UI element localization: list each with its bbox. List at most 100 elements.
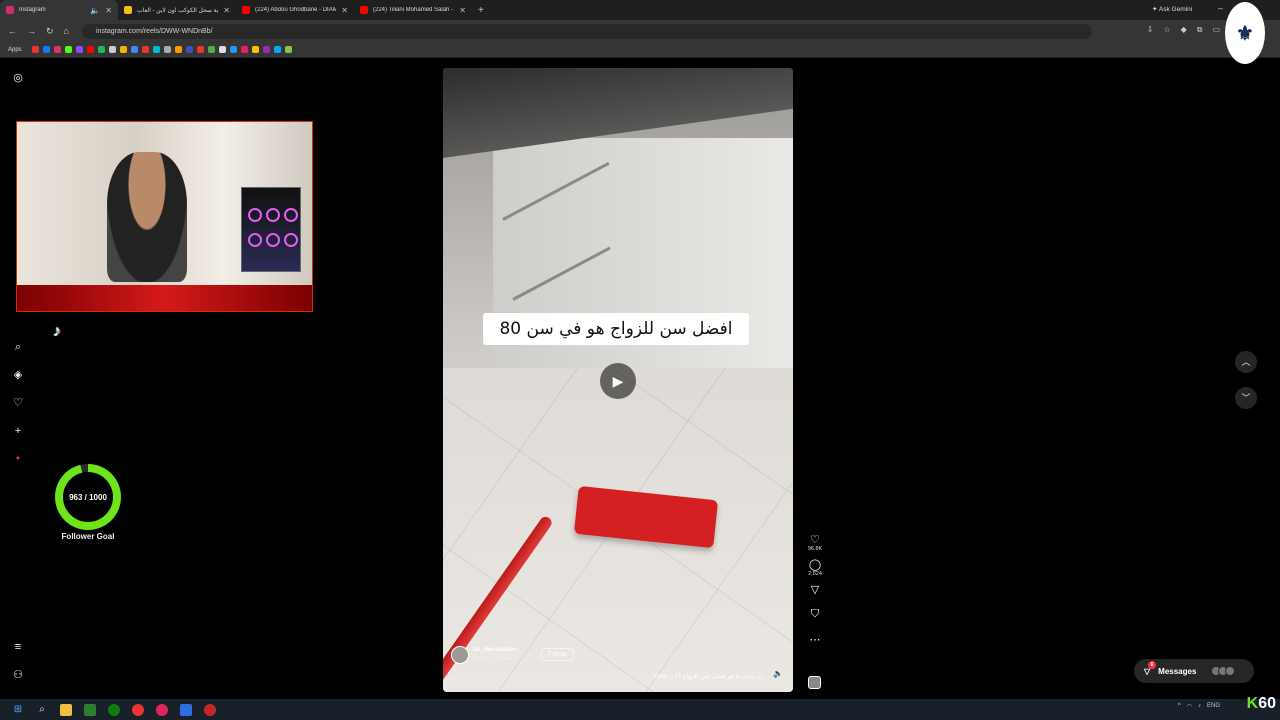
tray-chevron-icon[interactable]: ^ [1178,703,1181,710]
reel-video[interactable]: افضل سن للزواج هو في سن 80 ▶ dz_decorati… [443,68,793,692]
volume-icon[interactable]: 🔈 [773,669,783,678]
system-tray: ^ ◠ ♪ ENG [1178,703,1220,710]
chrome-icon[interactable] [132,703,144,716]
tiktok-icon: ♪ [53,323,61,340]
reel-description[interactable]: ب رايكم ما هو افضل سن للزواج ؟؟ ... more [653,673,763,680]
comment-icon[interactable]: ◯ [803,558,827,571]
bookmark-icon[interactable] [218,46,226,53]
address-bar[interactable]: instagram.com/reels/DWW-WNDnBb/ [82,24,1092,39]
follower-goal-label: Follower Goal [61,532,115,541]
channel-logo-icon: ⚜ [1225,2,1265,64]
close-tab-icon[interactable]: ✕ [459,6,466,15]
tab-youtube-1[interactable]: (224) Abdou Ghodbane - DIAM ✕ [236,0,354,20]
bookmark-icon[interactable] [273,46,281,53]
search-icon[interactable]: ⌕ [11,340,25,354]
close-tab-icon[interactable]: ✕ [105,6,112,15]
comment-count: 2,824 [808,571,822,577]
bookmark-icon[interactable] [31,46,39,53]
tab-title: لعبة سحل الكوكب اون لاين - العاب [137,7,219,14]
tab-instagram[interactable]: Instagram 🔈 ✕ [0,0,118,20]
messages-avatars [1211,666,1236,676]
author-username[interactable]: dz_decoration_ [473,646,521,653]
bookmark-icon[interactable] [108,46,116,53]
bookmark-icon[interactable] [119,46,127,53]
author-avatar[interactable] [451,646,469,664]
bookmark-icon[interactable] [163,46,171,53]
tab-game[interactable]: لعبة سحل الكوكب اون لاين - العاب ✕ [118,0,236,20]
audio-thumbnail[interactable] [808,676,821,689]
bookmark-icon[interactable] [284,46,292,53]
reload-icon[interactable]: ↻ [46,26,54,37]
save-bookmark-icon[interactable]: ⛉ [803,608,827,621]
extension-icon[interactable]: ◆ [1181,25,1187,35]
explore-icon[interactable]: ◈ [11,368,25,382]
file-explorer-icon[interactable] [60,703,72,716]
bookmark-icon[interactable] [130,46,138,53]
close-tab-icon[interactable]: ✕ [341,6,348,15]
profile-icon[interactable]: ● [11,452,25,466]
share-icon[interactable]: ▽ [803,583,827,596]
play-icon[interactable]: ▶ [600,363,636,399]
youtube-favicon-icon [242,6,250,14]
tray-language[interactable]: ENG [1207,703,1220,710]
speaker-icon[interactable]: 🔈 [90,6,100,15]
windows-start-icon[interactable]: ⊞ [12,704,24,716]
bookmark-icon[interactable] [174,46,182,53]
bookmark-icon[interactable] [229,46,237,53]
heart-icon[interactable]: ♡ [11,396,25,410]
bookmarks-bar: Apps [0,42,1280,58]
messages-button[interactable]: ▽ 6 Messages [1134,659,1254,683]
volume-icon[interactable]: ♪ [1198,703,1201,710]
menu-icon[interactable]: ≡ [11,640,25,654]
apps-bookmark[interactable]: Apps [8,47,22,53]
minimize-icon[interactable]: – [1218,3,1223,13]
bookmark-icon[interactable] [240,46,248,53]
like-heart-icon[interactable]: ♡ [803,533,827,546]
obs-icon[interactable] [156,703,168,716]
browser-toolbar-icons: ⇩ ☆ ◆ ⧉ ▭ [1147,25,1220,35]
webcam-frame-strip [17,285,312,311]
bookmark-icon[interactable] [152,46,160,53]
more-options-icon[interactable]: ⋯ [803,633,827,646]
new-tab-button[interactable]: + [472,5,490,16]
more-icon[interactable]: ⚇ [11,668,25,682]
ask-gemini-button[interactable]: ✦ Ask Gemini [1152,5,1192,13]
app-icon[interactable] [204,703,216,716]
tab-youtube-2[interactable]: (224) Tiliani Mohamed Salah - ✕ [354,0,472,20]
bookmark-icon[interactable] [86,46,94,53]
bookmark-icon[interactable] [64,46,72,53]
next-reel-button[interactable]: ﹀ [1235,387,1257,409]
bookmark-icon[interactable] [262,46,270,53]
bookmark-icon[interactable] [97,46,105,53]
install-icon[interactable]: ⇩ [1147,25,1154,35]
back-icon[interactable]: ← [8,26,17,36]
previous-reel-button[interactable]: ︿ [1235,351,1257,373]
reel-location[interactable]: Explore - اكسبلور [473,655,515,661]
bookmark-icon[interactable] [53,46,61,53]
bookmark-icon[interactable] [207,46,215,53]
bookmark-star-icon[interactable]: ☆ [1163,25,1170,35]
sidepanel-icon[interactable]: ▭ [1212,25,1220,35]
home-icon[interactable]: ⌂ [64,26,69,36]
bookmark-icon[interactable] [185,46,193,53]
reel-footer: dz_decoration_ Explore - اكسبلور Follow [451,646,785,672]
search-icon[interactable]: ⌕ [36,704,48,716]
follow-button[interactable]: Follow [541,648,574,661]
messages-label: Messages [1158,666,1197,676]
wifi-icon[interactable]: ◠ [1187,703,1192,710]
forward-icon[interactable]: → [27,26,36,36]
bookmark-icon[interactable] [75,46,83,53]
app-icon[interactable] [180,703,192,716]
bookmark-icon[interactable] [42,46,50,53]
spreadsheet-icon[interactable] [84,703,96,716]
create-icon[interactable]: + [11,424,25,438]
streamer-webcam [16,121,313,312]
bookmark-icon[interactable] [251,46,259,53]
youtube-favicon-icon [360,6,368,14]
extensions-puzzle-icon[interactable]: ⧉ [1197,25,1203,35]
instagram-icon[interactable]: ◎ [11,71,25,85]
xbox-icon[interactable] [108,703,120,716]
bookmark-icon[interactable] [196,46,204,53]
close-tab-icon[interactable]: ✕ [223,6,230,15]
bookmark-icon[interactable] [141,46,149,53]
